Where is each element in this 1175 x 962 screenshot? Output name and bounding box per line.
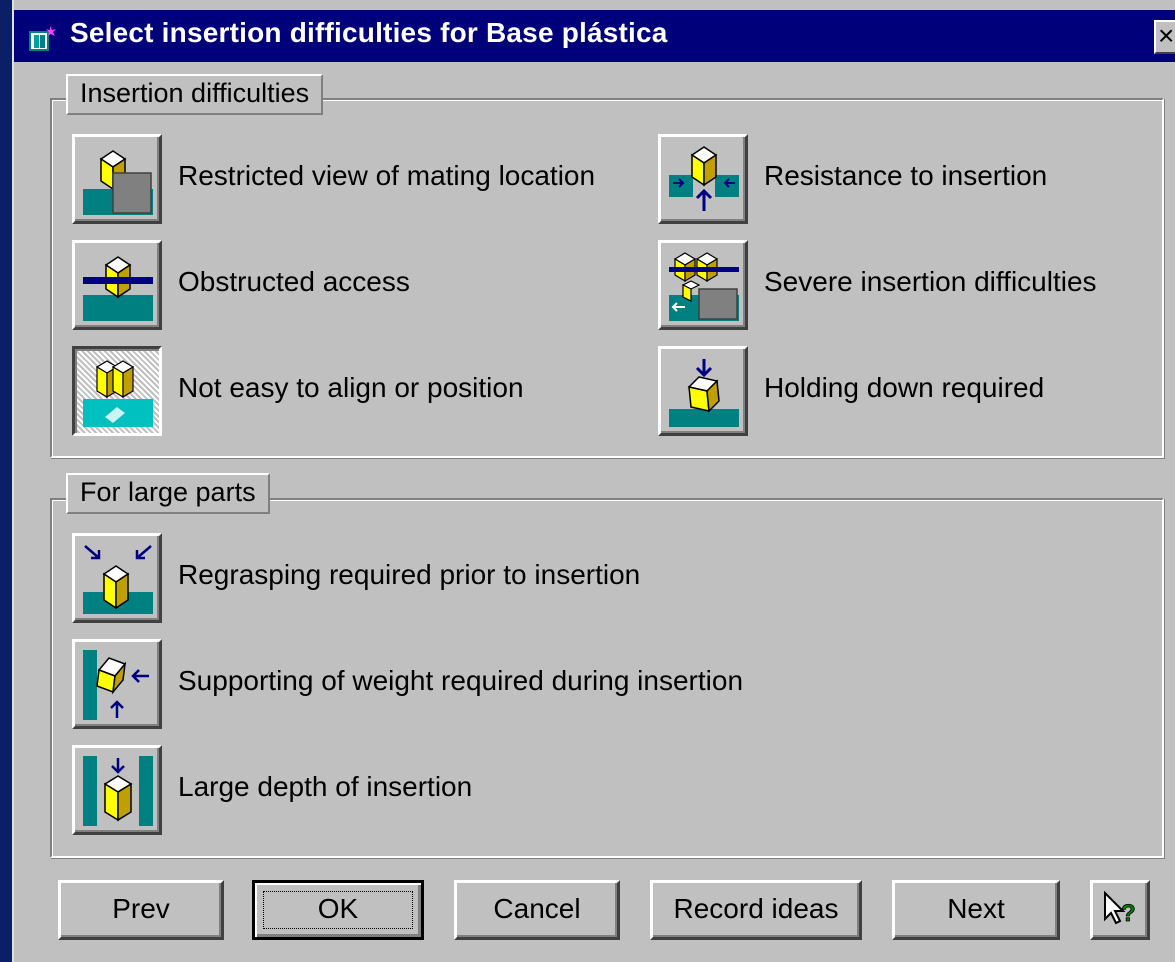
dialog-window: Select insertion difficulties for Base p… <box>12 0 1175 962</box>
supporting-weight-icon <box>83 650 149 720</box>
holding-down-icon <box>669 359 739 427</box>
app-icon <box>29 26 56 51</box>
option-label: Obstructed access <box>178 266 410 297</box>
option-label: Holding down required <box>764 372 1045 403</box>
regrasping-button[interactable] <box>72 533 162 623</box>
resistance-button[interactable] <box>658 134 748 224</box>
cancel-label: Cancel <box>493 893 581 924</box>
resistance-icon <box>669 146 739 211</box>
supporting-weight-button[interactable] <box>72 639 162 729</box>
option-label: Large depth of insertion <box>178 771 473 802</box>
window-title: Select insertion difficulties for Base p… <box>70 17 668 48</box>
restricted-view-button[interactable] <box>72 134 162 224</box>
regrasping-icon <box>83 545 153 614</box>
ok-label: OK <box>317 893 359 924</box>
option-label: Severe insertion difficulties <box>764 266 1097 297</box>
prev-label: Prev <box>112 893 170 924</box>
next-button[interactable]: Next <box>892 880 1060 940</box>
title-bar[interactable]: Select insertion difficulties for Base p… <box>14 10 1175 62</box>
holding-down-button[interactable] <box>658 346 748 436</box>
obstructed-access-icon <box>83 256 153 321</box>
large-parts-legend: For large parts <box>66 473 270 514</box>
record-ideas-button[interactable]: Record ideas <box>650 880 862 940</box>
next-label: Next <box>947 893 1005 924</box>
prev-button[interactable]: Prev <box>58 880 224 940</box>
large-depth-button[interactable] <box>72 745 162 835</box>
context-help-icon: ? <box>1104 890 1136 927</box>
option-label: Supporting of weight required during ins… <box>178 665 744 696</box>
severe-difficulties-icon <box>669 252 739 321</box>
option-label: Restricted view of mating location <box>178 160 596 191</box>
large-depth-icon <box>83 756 153 826</box>
svg-text:?: ? <box>1121 900 1136 927</box>
obstructed-access-button[interactable] <box>72 240 162 330</box>
severe-difficulties-button[interactable] <box>658 240 748 330</box>
ok-button[interactable]: OK <box>252 880 424 940</box>
cancel-button[interactable]: Cancel <box>454 880 620 940</box>
align-position-button[interactable] <box>72 346 162 436</box>
align-position-icon <box>83 360 153 427</box>
context-help-button[interactable]: ? <box>1090 880 1150 940</box>
option-label: Resistance to insertion <box>764 160 1048 191</box>
close-button[interactable]: × <box>1154 20 1175 54</box>
record-ideas-label: Record ideas <box>673 893 839 924</box>
option-label: Not easy to align or position <box>178 372 524 403</box>
restricted-view-icon <box>83 150 153 215</box>
insertion-difficulties-legend: Insertion difficulties <box>66 74 324 115</box>
option-label: Regrasping required prior to insertion <box>178 559 641 590</box>
